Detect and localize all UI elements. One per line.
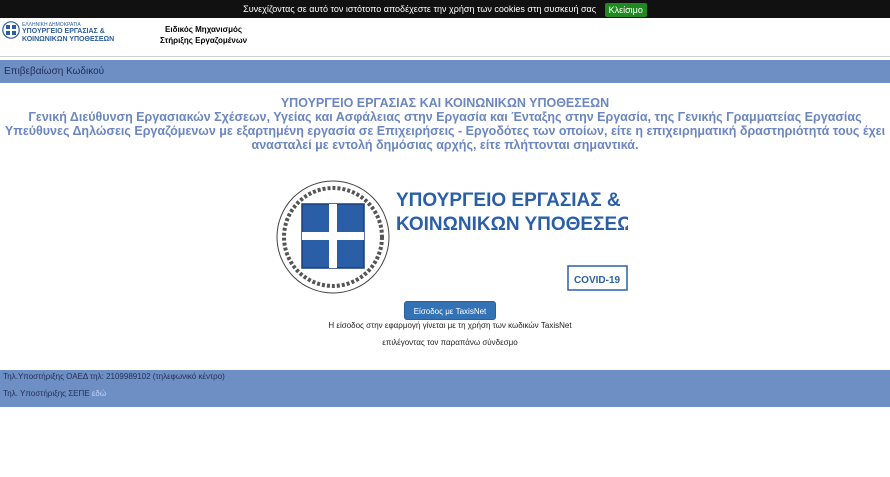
sepe-support-label: Τηλ. Υποστήριξης ΣΕΠΕ (3, 389, 90, 398)
site-header: ΕΛΛΗΝΙΚΗ ΔΗΜΟΚΡΑΤΙΑ ΥΠΟΥΡΓΕΙΟ ΕΡΓΑΣΙΑΣ &… (0, 18, 890, 57)
banner-line-2: ΚΟΙΝΩΝΙΚΩΝ ΥΠΟΘΕΣΕΩΝ (396, 214, 628, 235)
mechanism-line-1: Ειδικός Μηχανισμός (165, 25, 243, 34)
declarations-title: Υπεύθυνες Δηλώσεις Εργαζόμενων με εξαρτη… (4, 124, 886, 152)
login-info-line-1: Η είσοδος στην εφαρμογή γίνεται με τη χρ… (328, 321, 572, 330)
login-info-line-2: επιλέγοντας τον παραπάνω σύνδεσμο (382, 338, 518, 347)
mechanism-line-2: Στήριξης Εργαζομένων (160, 36, 248, 46)
ministry-covid-banner: ΥΠΟΥΡΓΕΙΟ ΕΡΓΑΣΙΑΣ & ΚΟΙΝΩΝΙΚΩΝ ΥΠΟΘΕΣΕΩ… (272, 176, 628, 298)
greek-cross-shield-icon (301, 203, 365, 269)
site-footer: Τηλ.Υποστήριξης ΟΑΕΔ τηλ: 2109989102 (τη… (0, 370, 890, 407)
greek-emblem-icon (2, 21, 20, 39)
cookie-banner: Συνεχίζοντας σε αυτό τον ιστότοπο αποδέχ… (0, 0, 890, 18)
verify-code-label: Επιβεβαίωση Κωδικού (4, 66, 105, 77)
directorate-title: Γενική Διεύθυνση Εργασιακών Σχέσεων, Υγε… (28, 110, 862, 124)
page-titles: ΥΠΟΥΡΓΕΙΟ ΕΡΓΑΣΙΑΣ ΚΑΙ ΚΟΙΝΩΝΙΚΩΝ ΥΠΟΘΕΣ… (0, 96, 890, 152)
mechanism-title: Ειδικός Μηχανισμός Στήριξης Εργαζομένων (160, 24, 247, 46)
verify-code-bar: Επιβεβαίωση Κωδικού (0, 60, 890, 83)
logo-line-1: ΥΠΟΥΡΓΕΙΟ ΕΡΓΑΣΙΑΣ & (22, 28, 105, 36)
logo-line-2: ΚΟΙΝΩΝΙΚΩΝ ΥΠΟΘΕΣΕΩΝ (22, 35, 115, 43)
sepe-support-link[interactable]: εδώ (92, 389, 106, 398)
banner-line-1: ΥΠΟΥΡΓΕΙΟ ΕΡΓΑΣΙΑΣ & (396, 190, 621, 211)
ministry-title: ΥΠΟΥΡΓΕΙΟ ΕΡΓΑΣΙΑΣ ΚΑΙ ΚΟΙΝΩΝΙΚΩΝ ΥΠΟΘΕΣ… (280, 96, 610, 110)
oaed-support-text: Τηλ.Υποστήριξης ΟΑΕΔ τηλ: 2109989102 (τη… (3, 372, 225, 381)
cookie-message: Συνεχίζοντας σε αυτό τον ιστότοπο αποδέχ… (243, 4, 597, 14)
covid-badge: COVID-19 (574, 275, 621, 286)
cookie-close-button[interactable]: Κλείσιμο (604, 2, 647, 17)
taxisnet-login-button[interactable]: Είσοδος με TaxisNet (404, 301, 496, 320)
sepe-support: Τηλ. Υποστήριξης ΣΕΠΕ εδώ (3, 389, 106, 398)
ministry-logo[interactable]: ΕΛΛΗΝΙΚΗ ΔΗΜΟΚΡΑΤΙΑ ΥΠΟΥΡΓΕΙΟ ΕΡΓΑΣΙΑΣ &… (22, 22, 115, 43)
